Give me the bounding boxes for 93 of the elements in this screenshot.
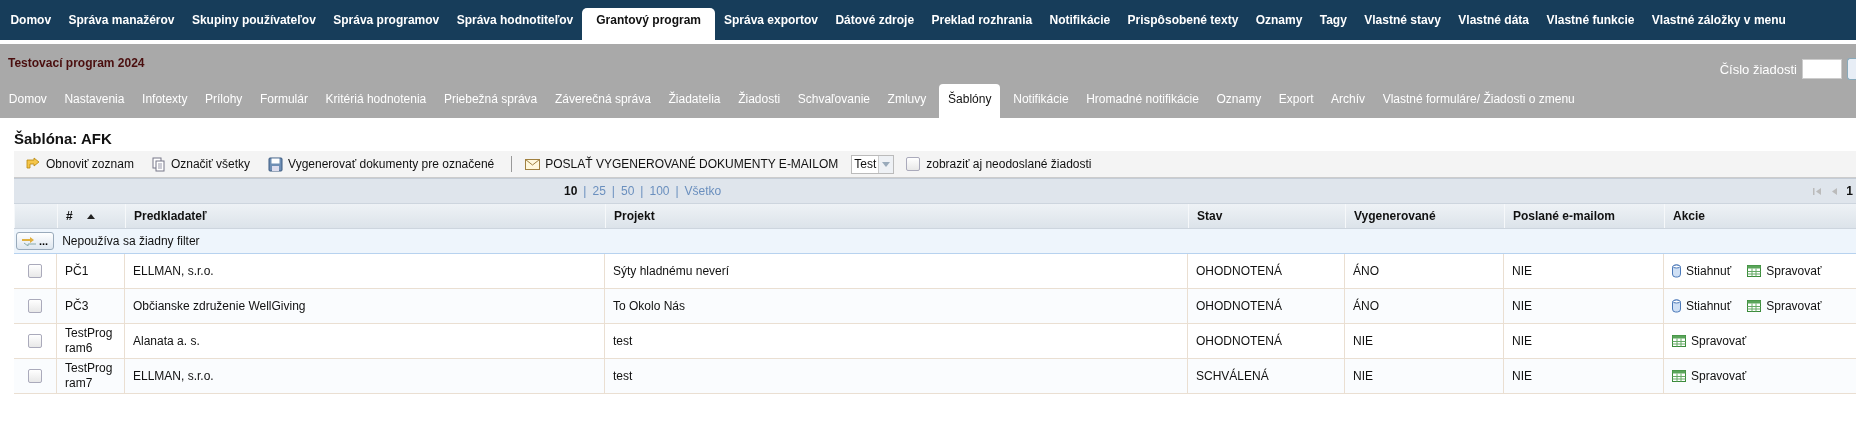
table-cell: NIE (1353, 334, 1373, 348)
arrows-icon (22, 236, 36, 246)
nav-tab[interactable]: Grantový program (582, 8, 715, 40)
table-cell: OHODNOTENÁ (1196, 299, 1282, 313)
request-number-label: Číslo žiadosti (1719, 61, 1797, 77)
nav-tab[interactable]: Skupiny používateľov (183, 8, 325, 40)
table-icon (1672, 335, 1686, 347)
column-header[interactable]: Predkladateľ (125, 204, 605, 228)
table-cell: NIE (1353, 369, 1373, 383)
previous-page-icon[interactable] (1831, 186, 1838, 196)
sub-nav-tab[interactable]: Šablóny (939, 84, 1001, 118)
nav-tab[interactable]: Preklad rozhrania (923, 8, 1041, 40)
nav-tab[interactable]: Vlastné funkcie (1538, 8, 1643, 40)
generate-button[interactable]: Vygenerovať dokumenty pre označené (263, 154, 500, 174)
sort-ascending-icon (87, 213, 95, 219)
template-select[interactable]: Test (851, 154, 895, 174)
refresh-icon (25, 157, 41, 171)
search-button[interactable] (1847, 58, 1856, 80)
nav-tab[interactable]: Vlastné dáta (1449, 8, 1538, 40)
pager-separator: | (675, 184, 679, 198)
table-cell: NIE (1512, 369, 1532, 383)
filter-button[interactable]: ... (16, 232, 55, 250)
refresh-button[interactable]: Obnoviť zoznam (20, 155, 139, 173)
column-header[interactable]: # (57, 204, 125, 228)
table-cell: NIE (1512, 299, 1532, 313)
manage-link[interactable]: Spravovať (1747, 299, 1822, 313)
pager-separator: | (583, 184, 587, 198)
cylinder-icon (1672, 299, 1681, 313)
manage-link[interactable]: Spravovať (1672, 334, 1747, 348)
request-number-field[interactable] (1802, 59, 1842, 79)
table-icon (1672, 370, 1686, 382)
download-link[interactable]: Stiahnuť (1672, 264, 1732, 278)
table-cell: Alanata a. s. (133, 334, 200, 348)
checkbox[interactable] (906, 157, 921, 171)
nav-tab[interactable]: Domov (2, 8, 60, 40)
first-page-icon[interactable] (1813, 186, 1823, 196)
download-link[interactable]: Stiahnuť (1672, 299, 1732, 313)
select-all-button[interactable]: Označiť všetky (146, 154, 256, 174)
nav-tab[interactable]: Oznamy (1247, 8, 1311, 40)
table-cell: ÁNO (1353, 264, 1379, 278)
table-cell: test (613, 334, 633, 348)
row-checkbox[interactable] (28, 299, 42, 313)
row-checkbox[interactable] (28, 334, 42, 348)
nav-tab[interactable]: Prispôsobené texty (1119, 8, 1247, 40)
page-size-link[interactable]: 10 (564, 184, 578, 198)
table-cell: test (613, 369, 633, 383)
nav-tab[interactable]: Notifikácie (1041, 8, 1119, 40)
cylinder-icon (1672, 264, 1681, 278)
page-number[interactable]: 1 (1846, 184, 1853, 198)
nav-tab[interactable]: Dátové zdroje (827, 8, 923, 40)
column-header[interactable]: Poslané e-mailom (1504, 204, 1664, 228)
manage-link[interactable]: Spravovať (1672, 369, 1747, 383)
nav-tab[interactable]: Správa programov (324, 8, 448, 40)
caret-icon (882, 161, 891, 167)
table-cell: SCHVÁLENÁ (1196, 369, 1269, 383)
nav-tab[interactable]: Správa hodnotiteľov (448, 8, 582, 40)
table-cell: PČ1 (65, 263, 89, 279)
table-cell: ELLMAN, s.r.o. (133, 369, 214, 383)
column-header[interactable]: Akcie (1664, 204, 1856, 228)
manage-link[interactable]: Spravovať (1747, 264, 1822, 278)
column-header[interactable]: Stav (1188, 204, 1345, 228)
row-checkbox[interactable] (28, 369, 42, 383)
table-cell: PČ3 (65, 298, 89, 314)
nav-tab[interactable]: Vlastné záložky v menu (1643, 8, 1795, 40)
pager-separator: | (640, 184, 644, 198)
column-header[interactable]: Vygenerované (1345, 204, 1504, 228)
nav-tab[interactable]: Tagy (1311, 8, 1356, 40)
table-cell: To Okolo Nás (613, 299, 686, 313)
table-cell: OHODNOTENÁ (1196, 264, 1282, 278)
row-checkbox[interactable] (28, 264, 42, 278)
program-title: Testovací program 2024 (8, 56, 145, 70)
table-cell: OHODNOTENÁ (1196, 334, 1282, 348)
table-cell: ELLMAN, s.r.o. (133, 264, 214, 278)
table-icon (1747, 265, 1762, 277)
filter-status: Nepoužíva sa žiadny filter (62, 234, 200, 248)
table-cell-text: TestProgram7 (65, 361, 114, 391)
table-cell: NIE (1512, 264, 1532, 278)
documents-icon (151, 156, 166, 172)
table-cell: NIE (1512, 334, 1532, 348)
page-title: Šablóna: AFK (13, 129, 113, 149)
send-email-button[interactable]: POSLAŤ VYGENEROVANÉ DOKUMENTY E-MAILOM (520, 155, 844, 173)
column-header[interactable]: Projekt (605, 204, 1188, 228)
nav-tab[interactable]: Správa exportov (715, 8, 827, 40)
table-icon (1747, 300, 1762, 312)
table-cell-text: TestProgram6 (65, 326, 114, 356)
envelope-icon (525, 158, 541, 170)
nav-tab[interactable]: Správa manažérov (60, 8, 183, 40)
table-cell: Občianske združenie WellGiving (133, 299, 306, 313)
pager-separator: | (611, 184, 615, 198)
table-cell: Sýty hladnému neverí (613, 264, 730, 278)
show-unsent-label: zobraziť aj neodoslané žiadosti (926, 157, 1092, 171)
nav-tab[interactable]: Vlastné stavy (1355, 8, 1450, 40)
table-cell: ÁNO (1353, 299, 1379, 313)
